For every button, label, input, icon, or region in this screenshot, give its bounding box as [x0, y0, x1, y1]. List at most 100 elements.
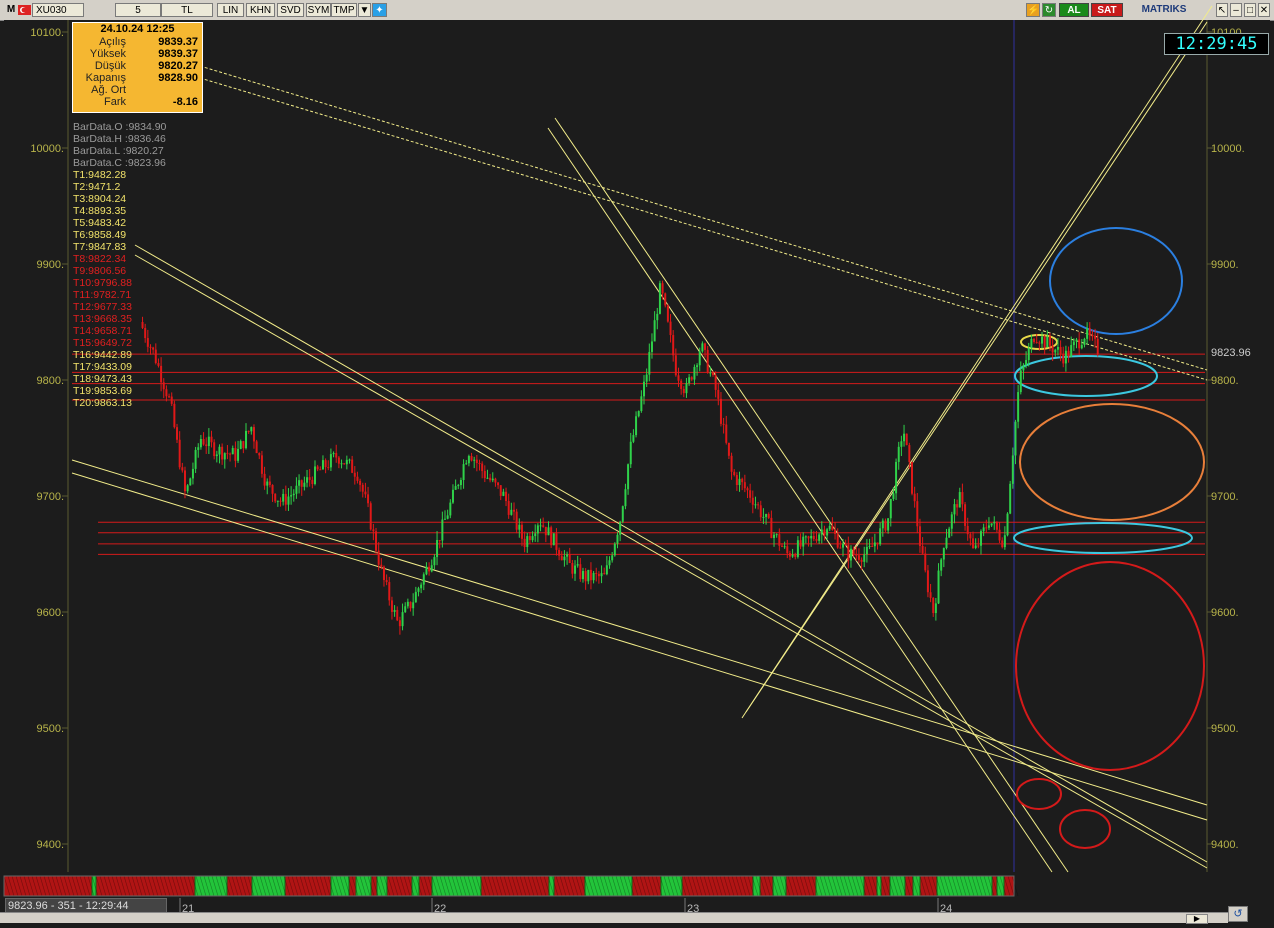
candle-body	[613, 543, 616, 556]
candle-body	[459, 479, 462, 486]
candle-body	[932, 597, 935, 614]
candle-body	[457, 485, 460, 487]
candle-body	[372, 529, 375, 532]
candle-body	[449, 502, 452, 516]
horizontal-scrollbar[interactable]: ▶	[0, 912, 1228, 924]
candle-body	[674, 355, 677, 376]
candle-body	[1006, 513, 1009, 536]
candle-body	[390, 600, 393, 612]
candle-body	[881, 520, 884, 529]
candle-body	[189, 478, 192, 486]
candle-body	[974, 545, 977, 549]
candle-body	[420, 584, 423, 589]
high-value: 9839.37	[158, 48, 198, 60]
candle-body	[637, 411, 640, 417]
candle-body	[645, 374, 648, 382]
candle-body	[560, 555, 563, 561]
candle-body	[199, 438, 202, 448]
candle-body	[616, 534, 619, 544]
candle-body	[446, 515, 449, 519]
candle-body	[589, 569, 592, 581]
level-label: T13:9668.35	[73, 313, 132, 325]
level-label: T8:9822.34	[73, 253, 127, 265]
candle-body	[690, 377, 693, 380]
status-bar: 9823.96 - 351 - 12:29:44	[5, 898, 167, 913]
candle-body	[794, 554, 797, 557]
candle-body	[351, 459, 354, 473]
candle-body	[1035, 342, 1038, 344]
candle-body	[672, 335, 675, 356]
candle-body	[879, 528, 882, 545]
candle-body	[584, 571, 587, 582]
candle-body	[263, 473, 266, 486]
candle-body	[505, 491, 508, 501]
candle-body	[749, 490, 752, 498]
candle-body	[815, 539, 818, 541]
candle-body	[568, 554, 571, 564]
candle-body	[547, 527, 550, 536]
candle-body	[213, 442, 216, 457]
candle-body	[332, 453, 335, 455]
left-tick-label: 9500.	[36, 723, 64, 735]
candle-body	[995, 521, 998, 530]
candle-body	[566, 554, 569, 557]
candle-body	[897, 446, 900, 462]
candle-body	[786, 546, 789, 554]
candle-body	[706, 349, 709, 373]
candle-body	[279, 500, 282, 502]
candle-body	[924, 553, 927, 571]
candle-body	[515, 511, 518, 530]
candle-body	[428, 566, 431, 572]
candle-body	[711, 372, 714, 376]
left-tick-label: 10100.	[30, 27, 64, 39]
candle-body	[260, 455, 263, 474]
candle-body	[359, 480, 362, 485]
candle-body	[337, 457, 340, 464]
candle-body	[550, 527, 553, 546]
candle-body	[669, 321, 672, 336]
candle-body	[502, 491, 505, 496]
level-label: T15:9649.72	[73, 337, 132, 349]
candle-body	[982, 527, 985, 532]
candle-body	[767, 514, 770, 518]
candle-body	[250, 427, 253, 432]
candle-body	[1080, 344, 1083, 349]
candle-body	[258, 453, 261, 456]
candle-body	[497, 482, 500, 486]
candle-body	[1059, 347, 1062, 354]
candle-body	[966, 525, 969, 535]
close-label: Kapanış	[85, 72, 126, 84]
candle-body	[619, 521, 622, 535]
candle-body	[903, 433, 906, 442]
candle-body	[1072, 341, 1075, 346]
candle-body	[865, 546, 868, 555]
right-tick-label: 9900.	[1211, 259, 1239, 271]
candle-body	[849, 548, 852, 561]
candle-body	[252, 427, 255, 442]
candle-body	[1086, 328, 1089, 339]
price-chart[interactable]: 10100.10100.10000.10000.9900.9900.9800.9…	[0, 0, 1274, 928]
candle-body	[483, 471, 486, 479]
candle-body	[627, 464, 630, 490]
left-tick-label: 10000.	[30, 143, 64, 155]
candle-body	[282, 493, 285, 502]
chart-tool-icon[interactable]: ↺	[1228, 906, 1248, 922]
candle-body	[494, 478, 497, 483]
candle-body	[470, 455, 473, 461]
scroll-right-icon[interactable]: ▶	[1186, 914, 1208, 924]
candle-body	[454, 486, 457, 490]
candle-body	[539, 525, 542, 527]
candle-body	[964, 504, 967, 526]
candle-body	[353, 472, 356, 477]
candle-body	[375, 531, 378, 551]
candle-body	[1033, 338, 1036, 343]
candle-body	[276, 500, 279, 502]
candle-body	[364, 491, 367, 495]
candle-body	[696, 365, 699, 367]
candle-body	[916, 501, 919, 527]
candle-body	[632, 435, 635, 442]
level-label: T20:9863.13	[73, 397, 132, 409]
bardata-close: BarData.C :9823.96	[73, 157, 166, 169]
candle-body	[430, 565, 433, 572]
candle-body	[887, 518, 890, 531]
